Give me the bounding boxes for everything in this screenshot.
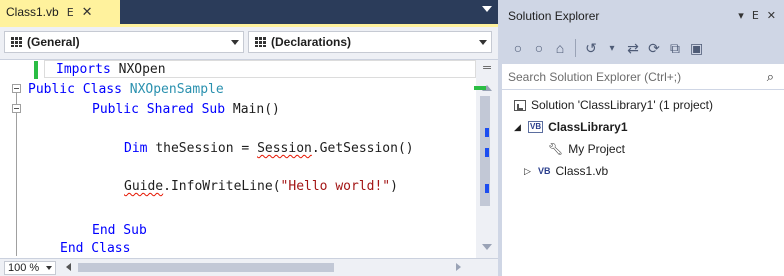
- close-icon[interactable]: ✕: [767, 9, 776, 22]
- tab-class1-vb[interactable]: Class1.vb ⴹ ✕: [0, 0, 120, 24]
- scroll-left-icon[interactable]: [66, 263, 71, 271]
- solution-explorer-titlebar: Solution Explorer ▾ ⴹ ✕: [502, 0, 784, 32]
- collapsed-caret-icon[interactable]: ▷: [524, 166, 538, 177]
- chevron-down-icon: [231, 40, 239, 45]
- search-placeholder: Search Solution Explorer (Ctrl+;): [508, 69, 682, 84]
- code-line-imports: Imports NXOpen: [56, 62, 166, 77]
- scroll-right-icon[interactable]: [456, 263, 461, 271]
- code-line-end-sub: End Sub: [92, 223, 147, 238]
- code-line-end-class: End Class: [60, 241, 131, 256]
- tree-item-project[interactable]: ◢ VB ClassLibrary1: [514, 116, 628, 138]
- filter-dropdown-icon[interactable]: ▾: [606, 43, 618, 54]
- window-controls: ▾ ⴹ ✕: [738, 9, 776, 22]
- solution-explorer-toolbar: ○ ○ ⌂ ↺ ▾ ⇄ ⟳ ⧉ ▣: [502, 32, 784, 64]
- home-icon[interactable]: ⌂: [554, 40, 566, 56]
- pending-changes-filter-icon[interactable]: ↺: [585, 40, 597, 57]
- error-squiggle: Guide: [124, 179, 164, 194]
- toolbar-separator: [575, 39, 576, 57]
- class-members-icon: [11, 37, 23, 47]
- window-position-dropdown-icon[interactable]: ▾: [738, 9, 744, 22]
- split-window-icon[interactable]: ═: [478, 62, 496, 74]
- code-editor-pane: Class1.vb ⴹ ✕ (General) (Declarations) I…: [0, 0, 498, 276]
- document-tab-strip: Class1.vb ⴹ ✕: [0, 0, 498, 24]
- zoom-level-dropdown[interactable]: 100 %: [4, 261, 56, 275]
- search-icon[interactable]: ⌕: [767, 69, 774, 85]
- tree-item-label: Solution 'ClassLibrary1' (1 project): [531, 98, 713, 112]
- code-line-dim: Dim theSession = Session.GetSession(): [124, 141, 414, 156]
- collapse-class-icon[interactable]: [12, 84, 21, 93]
- scrollbar-error-marker: [485, 148, 489, 157]
- tree-item-class1-vb[interactable]: ▷ VB Class1.vb: [514, 160, 608, 182]
- declarations-value: (Declarations): [271, 35, 352, 49]
- tree-item-label: My Project: [568, 142, 625, 156]
- auto-hide-pin-icon[interactable]: ⴹ: [752, 9, 759, 22]
- outlining-guide: [16, 88, 17, 256]
- vb-project-icon: VB: [528, 121, 544, 133]
- tree-item-my-project[interactable]: 🔧︎ My Project: [548, 138, 625, 160]
- close-icon[interactable]: ✕: [82, 4, 93, 20]
- declarations-icon: [255, 37, 267, 47]
- scrollbar-error-marker: [485, 184, 489, 193]
- scrollbar-change-marker: [474, 86, 486, 90]
- collapse-all-icon[interactable]: ⧉: [669, 40, 681, 57]
- code-line-infowriteline: Guide.InfoWriteLine("Hello world!"): [124, 179, 398, 194]
- forward-icon[interactable]: ○: [533, 40, 545, 56]
- solution-search-input[interactable]: Search Solution Explorer (Ctrl+;) ⌕: [502, 64, 784, 90]
- tab-title: Class1.vb: [6, 5, 59, 19]
- collapse-sub-icon[interactable]: [12, 104, 21, 113]
- type-members-value: (General): [27, 35, 80, 49]
- solution-icon: [514, 99, 526, 111]
- tree-item-solution[interactable]: Solution 'ClassLibrary1' (1 project): [514, 94, 713, 116]
- horizontal-scroll-thumb[interactable]: [78, 263, 334, 272]
- solution-explorer-pane: Solution Explorer ▾ ⴹ ✕ ○ ○ ⌂ ↺ ▾ ⇄ ⟳ ⧉ …: [502, 0, 784, 276]
- chevron-down-icon: [46, 266, 52, 270]
- code-text-area[interactable]: Imports NXOpen Public Class NXOpenSample…: [0, 60, 476, 258]
- vb-file-icon: VB: [538, 166, 551, 176]
- wrench-icon: 🔧︎: [548, 142, 564, 156]
- error-squiggle: Session: [257, 141, 312, 156]
- properties-icon[interactable]: ▣: [690, 40, 703, 57]
- declarations-dropdown[interactable]: (Declarations): [248, 31, 492, 53]
- editor-bottom-bar: 100 %: [0, 258, 498, 276]
- scroll-down-icon[interactable]: [482, 244, 492, 250]
- zoom-level-value: 100 %: [8, 262, 40, 274]
- panel-title: Solution Explorer: [508, 9, 600, 23]
- expanded-caret-icon[interactable]: ◢: [514, 122, 528, 133]
- tree-item-label: ClassLibrary1: [548, 120, 628, 134]
- changed-line-marker: [34, 61, 38, 79]
- pin-icon[interactable]: ⴹ: [67, 6, 74, 19]
- type-members-dropdown[interactable]: (General): [4, 31, 244, 53]
- code-line-sub: Public Shared Sub Main(): [92, 102, 280, 117]
- scrollbar-error-marker: [485, 128, 489, 137]
- sync-with-document-icon[interactable]: ⇄: [627, 40, 639, 57]
- chevron-down-icon: [479, 40, 487, 45]
- tree-item-label: Class1.vb: [555, 164, 609, 178]
- tab-list-dropdown-icon[interactable]: [482, 6, 492, 12]
- refresh-icon[interactable]: ⟳: [648, 40, 660, 57]
- navigation-bar: (General) (Declarations): [0, 27, 498, 60]
- code-line-class: Public Class NXOpenSample: [28, 82, 224, 97]
- back-icon[interactable]: ○: [512, 40, 524, 56]
